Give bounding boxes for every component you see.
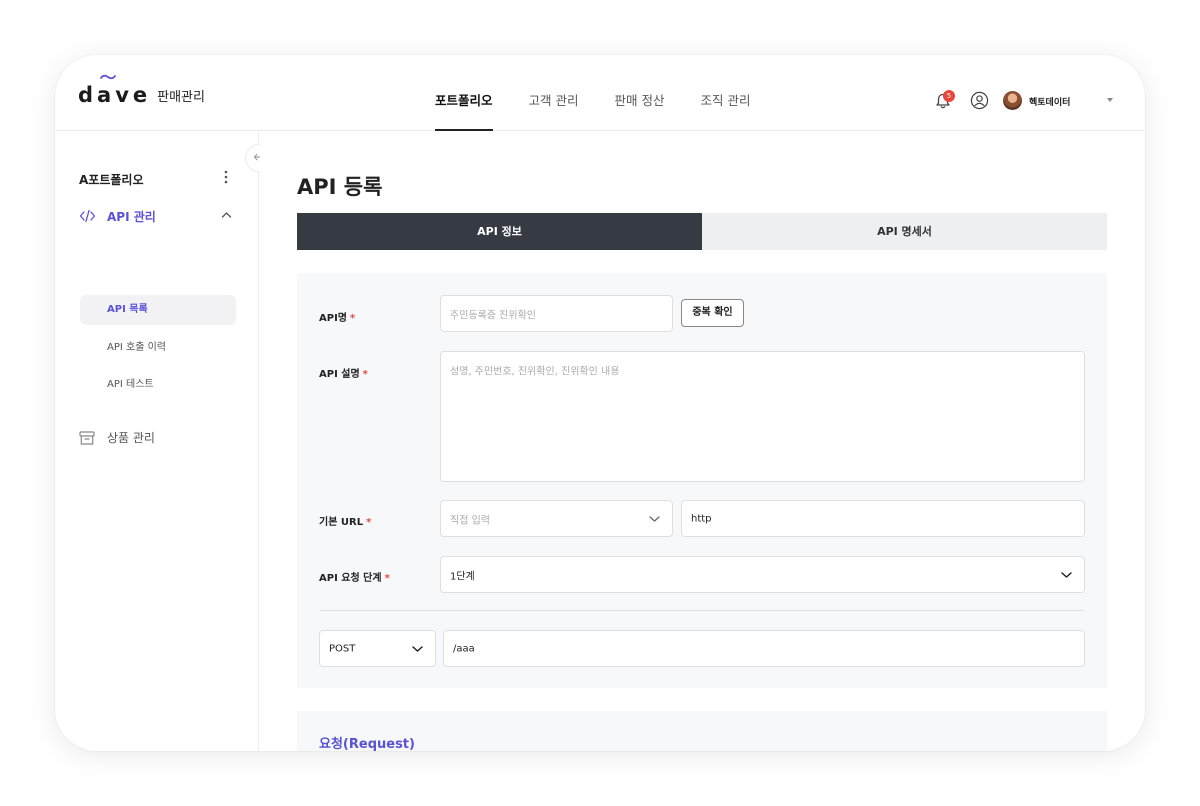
sidebar: A포트폴리오 API 관리 API 목록 API 호출 이력 API 테스트 상…: [55, 132, 259, 751]
api-description-textarea[interactable]: 성명, 주민번호, 진위확인, 진위확인 내용: [440, 351, 1085, 482]
sidebar-item-api-call-history[interactable]: API 호출 이력: [80, 333, 236, 363]
caret-down-icon[interactable]: [1107, 98, 1113, 102]
nav-tab-organization[interactable]: 조직 관리: [700, 55, 750, 131]
portfolio-title: A포트폴리오: [79, 173, 144, 187]
top-header: dave 판매관리 포트폴리오 고객 관리 판매 정산 조직 관리 5 헥토데이…: [55, 55, 1145, 131]
chevron-down-icon: [649, 515, 660, 522]
chevron-down-icon: [1061, 571, 1072, 578]
user-circle-icon[interactable]: [970, 91, 989, 110]
request-step-label: API 요청 단계 *: [319, 573, 390, 584]
sidebar-item-api-management[interactable]: API 관리: [79, 207, 239, 227]
request-section-title: 요청(Request): [319, 737, 415, 751]
tab-api-info[interactable]: API 정보: [297, 213, 702, 250]
kebab-menu-icon[interactable]: [224, 170, 228, 184]
request-step-select[interactable]: 1단계: [440, 556, 1085, 593]
nav-tab-settlement[interactable]: 판매 정산: [615, 55, 665, 131]
form-divider: [319, 610, 1085, 611]
logo-tilde-mark: [100, 74, 116, 80]
box-icon: [79, 431, 95, 445]
logo[interactable]: dave 판매관리: [78, 74, 205, 107]
tab-api-spec[interactable]: API 명세서: [702, 213, 1107, 250]
sidebar-item-api-list[interactable]: API 목록: [80, 295, 236, 325]
logo-wordmark: dave: [78, 83, 152, 107]
user-name[interactable]: 헥토데이터: [1029, 95, 1070, 108]
api-path-input[interactable]: /aaa: [443, 630, 1085, 667]
sidebar-item-product-management[interactable]: 상품 관리: [79, 428, 239, 448]
api-name-label: API명 *: [319, 313, 356, 324]
required-mark: *: [366, 517, 372, 528]
chevron-down-icon: [412, 645, 423, 652]
sidebar-item-label: 상품 관리: [107, 431, 155, 445]
sidebar-item-api-test[interactable]: API 테스트: [80, 370, 236, 400]
api-description-label: API 설명 *: [319, 369, 368, 380]
sidebar-item-label: API 관리: [107, 210, 156, 224]
api-info-form: API명 * 주민등록증 진위확인 중복 확인 API 설명 * 성명, 주민번호,…: [297, 273, 1107, 688]
request-section: 요청(Request): [297, 711, 1107, 751]
base-url-label: 기본 URL *: [319, 517, 372, 528]
required-mark: *: [350, 313, 356, 324]
nav-tab-portfolio[interactable]: 포트폴리오: [435, 55, 493, 131]
base-url-input[interactable]: http: [681, 500, 1085, 537]
code-icon: [79, 209, 96, 223]
nav-tab-customer[interactable]: 고객 관리: [529, 55, 579, 131]
chevron-up-icon[interactable]: [221, 211, 232, 219]
notification-badge: 5: [943, 90, 955, 102]
required-mark: *: [362, 369, 368, 380]
base-url-select[interactable]: 직접 입력: [440, 500, 673, 537]
required-mark: *: [384, 573, 390, 584]
product-name: 판매관리: [157, 90, 205, 105]
avatar[interactable]: [1003, 91, 1022, 110]
global-nav: 포트폴리오 고객 관리 판매 정산 조직 관리: [435, 55, 786, 131]
http-method-select[interactable]: POST: [319, 630, 436, 667]
main-content: API 등록 API 정보 API 명세서 API명 * 주민등록증 진위확인 중…: [260, 132, 1145, 751]
page-title: API 등록: [297, 175, 383, 199]
tab-bar: API 정보 API 명세서: [297, 213, 1107, 250]
api-name-input[interactable]: 주민등록증 진위확인: [440, 295, 673, 332]
duplicate-check-button[interactable]: 중복 확인: [681, 299, 744, 327]
app-window: dave 판매관리 포트폴리오 고객 관리 판매 정산 조직 관리 5 헥토데이…: [55, 55, 1145, 751]
